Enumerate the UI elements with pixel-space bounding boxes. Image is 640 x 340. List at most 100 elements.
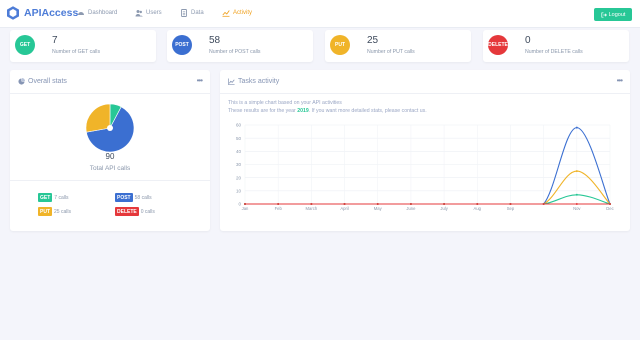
line-chart-icon <box>228 78 235 85</box>
panel-title: Tasks activity <box>228 78 279 85</box>
y-tick-label: 40 <box>236 149 242 154</box>
overall-stats-panel: Overall stats ••• 90 Total API calls GET… <box>10 70 210 231</box>
panel-header: Tasks activity ••• <box>220 70 630 94</box>
legend-text: 7 calls <box>54 194 69 201</box>
y-tick-label: 50 <box>236 136 242 141</box>
data-point-delete <box>542 203 545 205</box>
data-point-delete <box>509 203 512 205</box>
y-tick-label: 10 <box>236 189 242 194</box>
desc-suffix: . If you want more detailed stats, pleas… <box>308 108 427 114</box>
chart-description-line2: These results are for the year 2019. If … <box>228 108 427 114</box>
more-options-icon[interactable]: ••• <box>617 76 623 85</box>
legend-item-get: GET 7 calls <box>38 193 68 202</box>
legend-text: 58 calls <box>134 194 152 201</box>
total-api-calls-label: Total API calls <box>89 165 131 172</box>
x-tick-label: Jan <box>242 206 249 211</box>
overall-stats-title: Overall stats <box>28 78 67 85</box>
data-point-delete <box>476 203 479 205</box>
api-calls-pie-chart <box>85 103 135 153</box>
dashboard-icon <box>78 12 84 15</box>
data-point-delete <box>443 203 446 205</box>
series-line-get <box>245 194 611 205</box>
top-navbar: APIAccess Dashboard Users Data Activity … <box>0 0 640 28</box>
pie-chart-icon <box>18 78 25 85</box>
nav-item-label: Users <box>146 10 162 16</box>
stat-card-post: POST 58 Number of POST calls <box>167 30 313 62</box>
more-options-icon[interactable]: ••• <box>197 76 203 85</box>
tasks-activity-line-chart: 0102030405060Jan Feb March April May June July… <box>236 123 614 211</box>
data-point-delete <box>244 203 246 205</box>
method-badge-put: PUT <box>330 35 350 55</box>
method-badge-get: GET <box>15 35 35 55</box>
x-tick-label: July <box>440 206 448 211</box>
y-tick-label: 60 <box>236 123 242 128</box>
stat-card-delete: DELETE 0 Number of DELETE calls <box>483 30 629 62</box>
data-point-delete <box>609 203 611 205</box>
nav-item-label: Activity <box>233 10 253 16</box>
stat-value: 0 <box>525 35 531 46</box>
data-point-delete <box>575 203 578 205</box>
x-tick-label: Sep <box>507 206 515 211</box>
stat-value: 7 <box>52 35 58 46</box>
stat-card-get: GET 7 Number of GET calls <box>10 30 156 62</box>
users-icon <box>135 10 143 17</box>
total-api-calls-value: 90 <box>105 152 115 161</box>
x-tick-label: March <box>306 206 318 211</box>
stat-value: 58 <box>209 35 221 46</box>
tasks-activity-title: Tasks activity <box>238 78 280 85</box>
activity-icon <box>222 10 230 17</box>
divider <box>10 180 210 181</box>
data-point-get <box>575 193 578 196</box>
method-badge-delete: DELETE <box>488 35 508 55</box>
method-badge-post: POST <box>172 35 192 55</box>
legend-chip-get: GET <box>38 193 53 202</box>
data-icon <box>181 9 187 17</box>
legend-chip-post: POST <box>115 193 133 202</box>
panel-header: Overall stats ••• <box>10 70 210 94</box>
x-tick-label: Nov <box>573 206 581 211</box>
stat-label: Number of POST calls <box>209 49 261 55</box>
x-tick-label: June <box>406 206 416 211</box>
legend-text: 25 calls <box>54 208 71 215</box>
logout-icon <box>601 11 607 18</box>
data-point-delete <box>376 203 379 205</box>
legend-item-put: PUT 25 calls <box>38 207 71 216</box>
legend-chip-put: PUT <box>38 207 52 216</box>
nav-item-users[interactable]: Users <box>135 9 162 17</box>
legend-text: 0 calls <box>140 208 155 215</box>
x-tick-label: April <box>340 206 348 211</box>
tasks-activity-panel: Tasks activity ••• This is a simple char… <box>220 70 630 231</box>
legend-item-post: POST 58 calls <box>115 193 152 202</box>
pie-center-dot <box>107 125 113 131</box>
chart-description-line1: This is a simple chart based on your API… <box>228 100 342 106</box>
desc-prefix: These results are for the year <box>228 108 296 114</box>
legend-chip-delete: DELETE <box>115 207 139 216</box>
pie-slice-put <box>85 103 111 133</box>
stat-value: 25 <box>367 35 379 46</box>
logout-button[interactable]: Logout <box>594 8 632 21</box>
legend-item-delete: DELETE 0 calls <box>115 207 155 216</box>
stat-label: Number of DELETE calls <box>525 49 583 55</box>
data-point-delete <box>277 203 280 205</box>
nav-item-dashboard[interactable]: Dashboard <box>77 9 117 17</box>
y-tick-label: 20 <box>236 175 242 180</box>
panel-title: Overall stats <box>18 78 67 85</box>
nav-item-label: Data <box>191 10 204 16</box>
data-point-put <box>575 170 578 173</box>
nav-item-activity[interactable]: Activity <box>222 9 252 17</box>
x-tick-label: May <box>374 206 383 211</box>
brand-logo-icon <box>7 6 19 20</box>
x-tick-label: Feb <box>275 206 283 211</box>
stat-label: Number of GET calls <box>52 49 101 55</box>
data-point-delete <box>343 203 346 205</box>
x-tick-label: Dec <box>606 206 613 211</box>
logout-label: Logout <box>608 11 626 18</box>
stat-label: Number of PUT calls <box>367 49 415 55</box>
data-point-delete <box>310 203 313 205</box>
year-highlight: 2019 <box>297 108 309 114</box>
brand[interactable]: APIAccess <box>5 5 78 21</box>
data-point-delete <box>409 203 412 205</box>
nav-item-label: Dashboard <box>88 10 118 16</box>
nav-item-data[interactable]: Data <box>180 9 204 17</box>
stat-card-put: PUT 25 Number of PUT calls <box>325 30 471 62</box>
